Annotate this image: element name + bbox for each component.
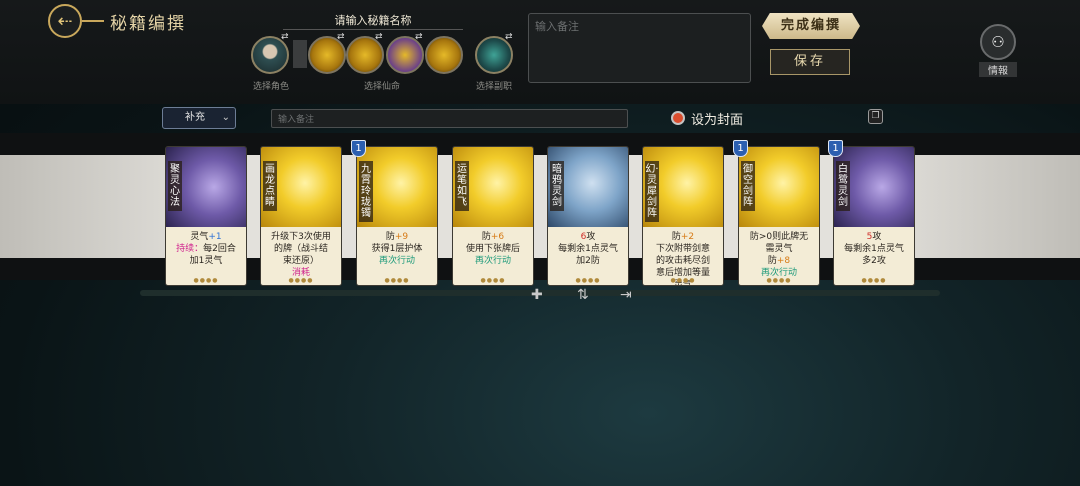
card-description-line: 再次行动 [474,256,511,266]
swap-icon[interactable]: ⇄ [281,32,289,42]
card[interactable]: 九霄玲珑镯防+9 获得1层护体 再次行动 ●●●● [356,146,438,286]
swap-icon[interactable]: ⇄ [375,32,383,42]
card-rarity-dots: ●●●● [384,277,410,284]
book-name-input[interactable]: 请输入秘籍名称 [283,12,463,30]
save-button[interactable]: 保存 [770,49,850,75]
card-description-line: 再次行动 [378,256,415,266]
card-description-line: 的攻击耗尽剑 [655,256,710,266]
card-description-line: 5攻 [866,232,882,242]
slot-label-character: 选择角色 [253,82,290,92]
card-description-line: 防>0则此牌无 [749,232,809,242]
card[interactable]: 幻·灵犀剑阵 防+2 下次附带剑意 的攻击耗尽剑 意后增加等量 灵气 ●●●● [642,146,724,286]
cover-label[interactable]: 设为封面 [691,109,743,128]
divider [82,20,104,22]
card[interactable]: 聚灵心法灵气+1 持续：每2回合 加1灵气 ●●●● [165,146,247,286]
finish-button[interactable]: 完成编撰 [762,13,860,39]
card-description-line: 的牌（战斗结 [273,244,328,254]
card-name: 白鹭灵剑 [836,161,850,211]
back-button[interactable]: ⇠ [48,4,82,38]
export-icon[interactable]: ⇥ [620,287,632,303]
card-description-line: 6攻 [580,232,596,242]
card-name: 九霄玲珑镯 [359,161,373,222]
card-name: 聚灵心法 [168,161,182,211]
card-level-badge: 1 [828,140,843,157]
career-slot[interactable] [475,36,513,74]
card-description-line: 防+6 [481,232,505,242]
card[interactable]: 御空剑阵 防>0则此牌无 需灵气 防+8 再次行动 ●●●● [738,146,820,286]
card-description-line: 防+2 [671,232,695,242]
card-description-line: 持续：每2回合 [176,244,236,254]
supplement-value: 补充 [185,112,205,123]
card-description-line: 加1灵气 [189,256,223,266]
card-description-line: 加2防 [576,256,600,266]
card-description-line: 下次附带剑意 [655,244,710,254]
destiny-slot-4[interactable] [425,36,463,74]
card-description-line: 获得1层护体 [371,244,423,254]
card-description-line: 需灵气 [765,244,793,254]
add-icon[interactable]: ✚ [531,287,543,303]
card-description-line: 使用下张牌后 [465,244,520,254]
card-rarity-dots: ●●●● [670,277,696,284]
card-rarity-dots: ●●●● [861,277,887,284]
card-rarity-dots: ●●●● [575,277,601,284]
card[interactable]: 运笔如飞防+6 使用下张牌后 再次行动 ●●●● [452,146,534,286]
card-description-line: 多2攻 [862,256,886,266]
sort-icon[interactable]: ⇅ [577,287,589,303]
slot-label-career: 选择副职 [476,82,513,92]
cover-radio[interactable] [671,111,685,125]
card-note-placeholder: 输入备注 [278,115,315,125]
card-note-input[interactable]: 输入备注 [271,109,628,128]
intel-icon: ⚇ [980,24,1016,60]
card[interactable]: 白鹭灵剑 5攻每剩余1点灵气 多2攻 ●●●● [833,146,915,286]
copy-icon[interactable]: ❐ [868,109,883,124]
card-rarity-dots: ●●●● [480,277,506,284]
intel-button[interactable]: ⚇ 情報 [979,24,1017,77]
chevron-down-icon: ⌄ [221,112,230,123]
swap-icon[interactable]: ⇄ [415,32,423,42]
card-level-badge: 1 [351,140,366,157]
slot-label-destiny: 选择仙命 [364,82,401,92]
card-name: 画龙点睛 [263,161,277,211]
card-name: 幻·灵犀剑阵 [645,161,659,222]
card-description-line: 每剩余1点灵气 [844,244,904,254]
note-placeholder: 输入备注 [535,20,579,33]
card-name: 运笔如飞 [455,161,469,211]
card-description-line: 防+8 [767,256,791,266]
note-textarea[interactable]: 输入备注 [528,13,751,83]
supplement-select[interactable]: 补充 ⌄ [162,107,236,129]
card-description-line: 束还原） [282,256,319,266]
card[interactable]: 暗鸦灵剑 6攻每剩余1点灵气 加2防 ●●●● [547,146,629,286]
card-description-line: 灵气+1 [190,232,222,242]
card-band [0,133,1080,280]
page-title: 秘籍编撰 [110,14,186,34]
card-description-line: 每剩余1点灵气 [558,244,618,254]
card-rarity-dots: ●●●● [766,277,792,284]
arrow-back-icon: ⇠ [57,10,73,32]
card-description-line: 防+9 [385,232,409,242]
card[interactable]: 画龙点睛 升级下3次使用 的牌（战斗结 束还原） 消耗 ●●●● [260,146,342,286]
card-rarity-dots: ●●●● [288,277,314,284]
card-name: 暗鸦灵剑 [550,161,564,211]
intel-label: 情報 [979,62,1017,77]
card-rarity-dots: ●●●● [193,277,219,284]
card-name: 御空剑阵 [741,161,755,211]
card-level-badge: 1 [733,140,748,157]
swap-icon[interactable]: ⇄ [337,32,345,42]
card-description-line: 升级下3次使用 [271,232,331,242]
empty-slot[interactable] [293,40,307,68]
